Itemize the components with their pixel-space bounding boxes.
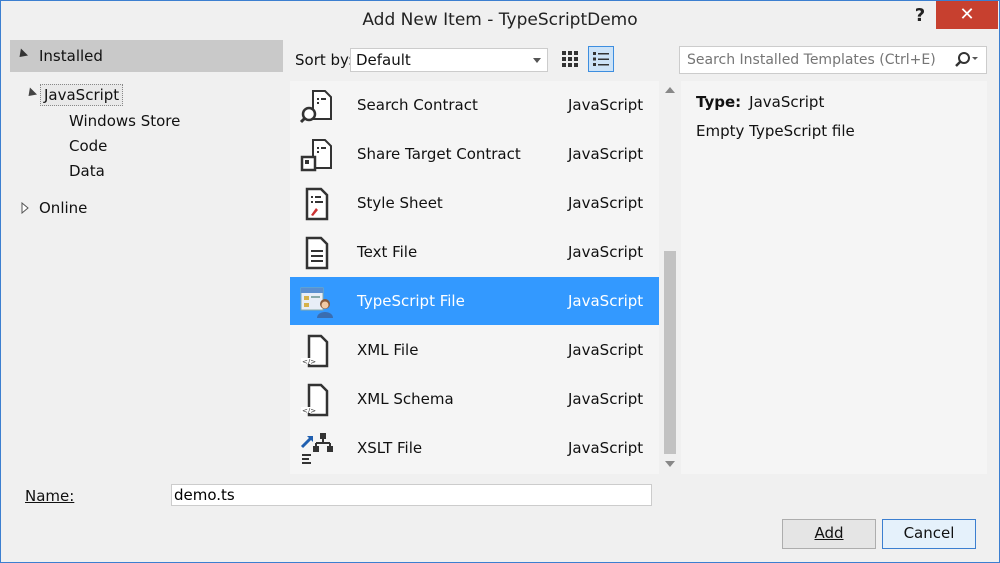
scroll-up-arrow-icon[interactable] [665, 87, 675, 93]
template-name: Share Target Contract [357, 145, 521, 163]
template-language: JavaScript [568, 439, 644, 457]
svg-text:</>: </> [302, 358, 316, 366]
tree-item-online[interactable]: Online [39, 199, 87, 217]
template-language: JavaScript [568, 194, 644, 212]
dropdown-arrow-icon [533, 58, 541, 63]
tree-item-javascript[interactable]: JavaScript [40, 84, 124, 106]
add-button-label: Add [814, 524, 844, 542]
collapsed-triangle-icon[interactable] [21, 202, 29, 214]
scroll-down-arrow-icon[interactable] [665, 461, 675, 467]
tree-item-data[interactable]: Data [69, 162, 105, 180]
template-row[interactable]: XSLT File JavaScript [290, 424, 659, 472]
template-type-row: Type: JavaScript [696, 93, 824, 111]
help-button[interactable]: ? [909, 5, 931, 29]
sort-by-label: Sort by: [295, 51, 353, 69]
name-label-text: Name: [25, 487, 75, 505]
template-name: XML Schema [357, 390, 454, 408]
template-search-box[interactable] [679, 46, 987, 74]
template-language: JavaScript [568, 341, 644, 359]
window-title: Add New Item - TypeScriptDemo [362, 10, 638, 30]
sort-by-dropdown[interactable]: Default [350, 48, 548, 72]
template-name: Style Sheet [357, 194, 443, 212]
installed-label: Installed [39, 47, 103, 65]
stylesheet-icon [305, 187, 329, 221]
search-contract-icon [299, 90, 332, 124]
grid-view-icon [562, 51, 578, 67]
tree-item-windows-store[interactable]: Windows Store [69, 112, 180, 130]
search-input[interactable] [685, 51, 939, 69]
template-row[interactable]: </> XML Schema JavaScript [290, 375, 659, 423]
cancel-button[interactable]: Cancel [882, 519, 976, 549]
template-list-scrollbar[interactable] [661, 81, 679, 474]
xml-file-icon: </> [301, 334, 329, 368]
expand-triangle-icon[interactable] [24, 87, 38, 100]
template-row-selected[interactable]: TypeScript File JavaScript [290, 277, 659, 325]
type-label: Type: [696, 93, 742, 111]
title-bar: Add New Item - TypeScriptDemo ? ✕ [1, 1, 999, 39]
typescript-file-icon [300, 287, 333, 318]
scrollbar-thumb[interactable] [664, 251, 676, 454]
sort-by-value: Default [356, 51, 411, 69]
xslt-file-icon [300, 433, 333, 464]
xml-schema-icon: </> [301, 383, 329, 417]
installed-header[interactable]: Installed [10, 40, 283, 72]
template-row[interactable]: Text File JavaScript [290, 228, 659, 276]
tree-item-code[interactable]: Code [69, 137, 107, 155]
template-language: JavaScript [568, 390, 644, 408]
template-row[interactable]: Share Target Contract JavaScript [290, 130, 659, 178]
template-name: Text File [357, 243, 418, 261]
share-target-icon [300, 139, 332, 172]
template-language: JavaScript [568, 243, 644, 261]
list-view-button[interactable] [588, 46, 614, 72]
template-language: JavaScript [568, 292, 644, 310]
name-label: Name: [25, 487, 74, 505]
add-button[interactable]: Add [782, 519, 876, 549]
template-row[interactable]: </> XML File JavaScript [290, 326, 659, 374]
template-language: JavaScript [568, 145, 644, 163]
search-icon[interactable] [952, 50, 980, 70]
text-file-icon [305, 236, 329, 270]
template-name: XSLT File [357, 439, 423, 457]
svg-text:</>: </> [302, 407, 316, 415]
close-button[interactable]: ✕ [936, 1, 998, 29]
template-name: XML File [357, 341, 419, 359]
template-description: Empty TypeScript file [696, 122, 855, 140]
add-new-item-dialog: Add New Item - TypeScriptDemo ? ✕ Instal… [0, 0, 1000, 563]
template-row[interactable]: Style Sheet JavaScript [290, 179, 659, 227]
template-category-tree: Installed JavaScript Windows Store Code … [10, 40, 283, 475]
name-field[interactable] [171, 484, 652, 506]
template-details-pane: Type: JavaScript Empty TypeScript file [681, 81, 987, 474]
template-name: Search Contract [357, 96, 478, 114]
list-view-icon [593, 52, 609, 66]
type-value: JavaScript [749, 93, 825, 111]
collapse-triangle-icon [15, 48, 29, 61]
template-row[interactable]: Search Contract JavaScript [290, 81, 659, 129]
template-language: JavaScript [568, 96, 644, 114]
close-icon: ✕ [959, 4, 975, 25]
template-list: Search Contract JavaScript Share Target … [290, 81, 659, 474]
grid-view-button[interactable] [557, 46, 583, 72]
template-name: TypeScript File [357, 292, 465, 310]
